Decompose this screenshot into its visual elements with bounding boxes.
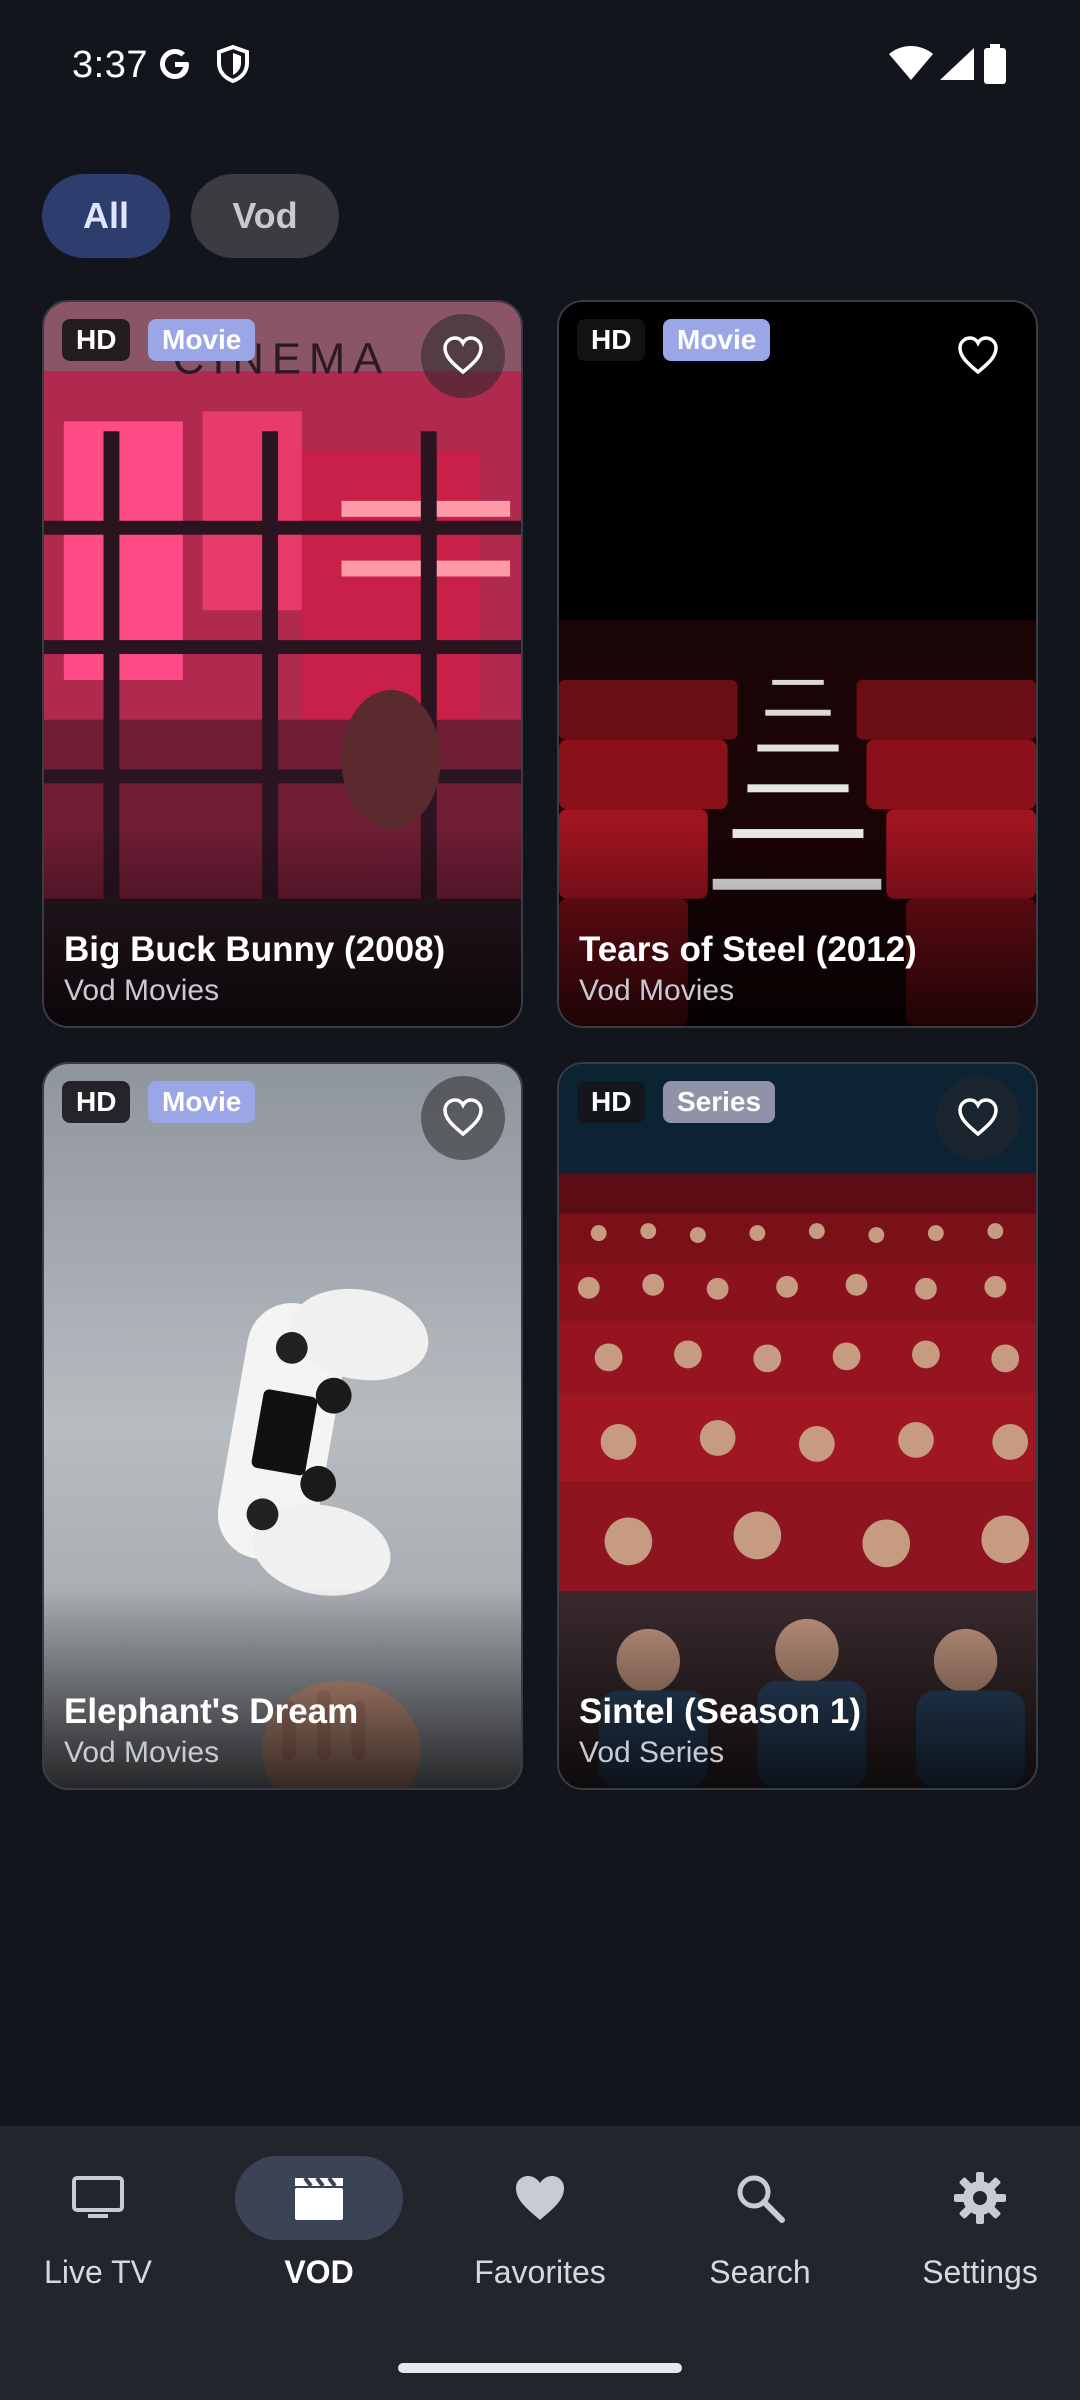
nav-icon-container — [235, 2156, 403, 2240]
nav-label: Search — [709, 2254, 811, 2290]
nav-icon-container — [676, 2156, 844, 2240]
heart-outline-icon — [443, 1098, 483, 1137]
heart-outline-icon — [958, 336, 998, 375]
gear-icon — [954, 2172, 1006, 2224]
wifi-icon — [889, 46, 933, 80]
type-badge: Movie — [148, 1081, 256, 1123]
nav-icon-container — [896, 2156, 1064, 2240]
nav-label: Favorites — [474, 2254, 606, 2290]
quality-badge: HD — [577, 1081, 646, 1123]
quality-badge: HD — [62, 319, 131, 361]
filter-chip-all[interactable]: All — [42, 174, 170, 258]
clapperboard-icon — [295, 2176, 343, 2220]
type-badge: Movie — [663, 319, 771, 361]
vod-card[interactable]: HD Movie Tears of Steel (2012) Vod Movie… — [557, 300, 1038, 1028]
vod-card[interactable]: CINEMA HD Movie Big Buck Bunny (2008) Vo… — [42, 300, 523, 1028]
nav-label: VOD — [284, 2254, 354, 2290]
nav-item-settings[interactable]: Settings — [880, 2156, 1080, 2316]
filter-chip-vod[interactable]: Vod — [191, 174, 339, 258]
bottom-navigation: Live TV VOD Favorites Search Settings — [0, 2126, 1080, 2400]
card-title: Elephant's Dream — [64, 1692, 359, 1731]
nav-icon-container — [456, 2156, 624, 2240]
nav-item-favorites[interactable]: Favorites — [440, 2156, 640, 2316]
nav-item-vod[interactable]: VOD — [219, 2156, 419, 2316]
home-indicator[interactable] — [398, 2363, 682, 2373]
card-title: Tears of Steel (2012) — [579, 930, 917, 969]
heart-outline-icon — [958, 1098, 998, 1137]
favorite-button[interactable] — [421, 1076, 505, 1160]
quality-badge: HD — [62, 1081, 131, 1123]
card-subtitle: Vod Movies — [64, 1736, 220, 1769]
nav-label: Live TV — [44, 2254, 152, 2290]
tv-icon — [72, 2176, 124, 2218]
vod-card[interactable]: HD Series Sintel (Season 1) Vod Series — [557, 1062, 1038, 1790]
card-title: Big Buck Bunny (2008) — [64, 930, 446, 969]
nav-item-search[interactable]: Search — [660, 2156, 860, 2316]
favorite-button[interactable] — [936, 314, 1020, 398]
status-bar: 3:37 — [0, 0, 1080, 130]
card-subtitle: Vod Movies — [64, 974, 220, 1007]
card-subtitle: Vod Movies — [579, 974, 735, 1007]
type-badge: Movie — [148, 319, 256, 361]
favorite-button[interactable] — [936, 1076, 1020, 1160]
quality-badge: HD — [577, 319, 646, 361]
shield-icon — [217, 44, 249, 84]
favorite-button[interactable] — [421, 314, 505, 398]
vod-card[interactable]: HD Movie Elephant's Dream Vod Movies — [42, 1062, 523, 1790]
type-badge: Series — [663, 1081, 776, 1123]
battery-icon — [984, 44, 1006, 84]
nav-item-live-tv[interactable]: Live TV — [0, 2156, 198, 2316]
signal-icon — [940, 48, 974, 80]
card-subtitle: Vod Series — [579, 1736, 725, 1769]
search-icon — [737, 2175, 785, 2223]
status-time: 3:37 — [72, 44, 148, 86]
nav-icon-container — [14, 2156, 182, 2240]
card-title: Sintel (Season 1) — [579, 1692, 862, 1731]
heart-icon — [516, 2176, 564, 2220]
nav-label: Settings — [922, 2254, 1038, 2290]
google-icon — [160, 49, 189, 79]
heart-outline-icon — [443, 336, 483, 375]
